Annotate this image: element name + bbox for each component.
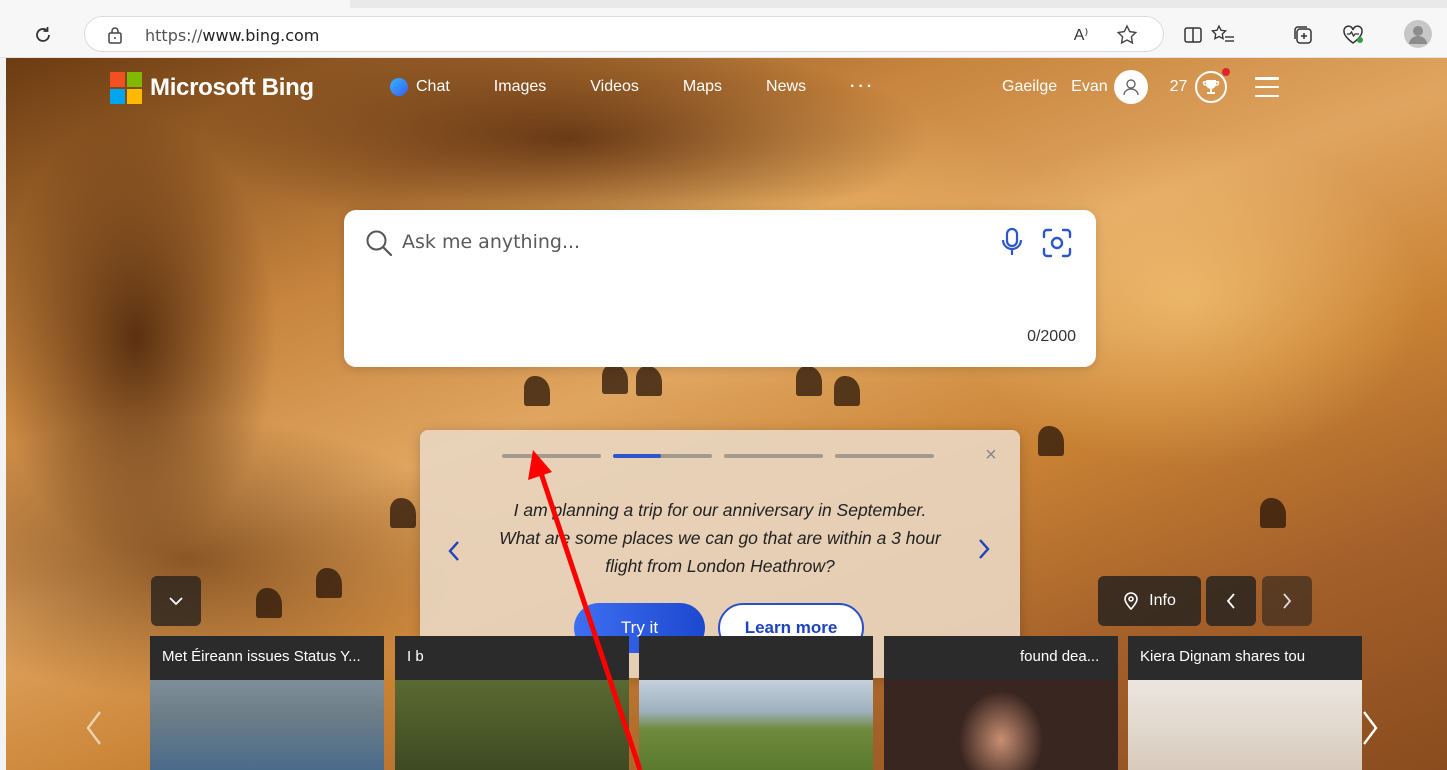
nav-chat[interactable]: Chat (390, 78, 450, 96)
news-headline (639, 636, 873, 680)
lock-icon[interactable] (107, 26, 123, 44)
image-info-button[interactable]: Info (1098, 576, 1201, 626)
news-headline: Kiera Dignam shares tou (1140, 648, 1306, 665)
search-box: 0/2000 (344, 210, 1096, 367)
bing-logo[interactable]: Microsoft Bing (110, 72, 314, 104)
main-nav: Chat Images Videos Maps News ··· (390, 78, 919, 96)
news-thumbnail (884, 680, 1118, 770)
previous-image-button[interactable] (1206, 576, 1256, 626)
collections-icon[interactable] (1290, 22, 1316, 48)
camel-silhouette (1260, 498, 1286, 528)
search-icon[interactable] (364, 228, 394, 258)
rewards-points[interactable]: 27 (1170, 78, 1188, 96)
nav-maps[interactable]: Maps (683, 78, 722, 96)
news-card[interactable] (639, 636, 873, 770)
language-link[interactable]: Gaeilge (1002, 78, 1057, 96)
favorites-list-icon[interactable] (1208, 22, 1238, 48)
url-protocol: https:// (145, 26, 203, 45)
news-headline: found dea... (1020, 648, 1100, 665)
address-bar[interactable]: https://www.bing.com (84, 16, 1164, 52)
progress-segment[interactable] (724, 454, 823, 458)
chevron-left-icon (1226, 593, 1235, 609)
read-aloud-icon[interactable]: A⁾ (1068, 22, 1094, 48)
bing-homepage: Microsoft Bing Chat Images Videos Maps N… (6, 58, 1447, 770)
url-host: www.bing.com (202, 26, 320, 45)
camel-silhouette (834, 376, 860, 406)
prompt-text: I am planning a trip for our anniversary… (499, 500, 941, 576)
news-thumbnail (395, 680, 629, 770)
news-headline: Met Éireann issues Status Y... (162, 648, 361, 665)
profile-avatar[interactable] (1404, 20, 1432, 48)
nav-chat-label: Chat (416, 78, 450, 95)
news-headline: I b (407, 648, 424, 665)
chevron-left-icon (86, 711, 101, 745)
rewards-trophy-icon[interactable] (1195, 68, 1231, 103)
chevron-down-icon (169, 597, 183, 606)
next-image-button[interactable] (1262, 576, 1312, 626)
news-card[interactable]: I b (395, 636, 629, 770)
news-card[interactable]: found dea... (884, 636, 1118, 770)
search-input[interactable] (402, 226, 962, 258)
chat-icon (390, 78, 408, 96)
news-card[interactable]: Met Éireann issues Status Y... (150, 636, 384, 770)
more-icon[interactable]: ··· (850, 78, 875, 96)
news-prev-arrow[interactable] (82, 708, 106, 748)
tab-strip (0, 0, 1447, 8)
news-thumbnail (639, 680, 873, 770)
camel-silhouette (390, 498, 416, 528)
news-next-arrow[interactable] (1358, 708, 1382, 748)
progress-segment[interactable] (835, 454, 934, 458)
user-name[interactable]: Evan (1071, 78, 1107, 96)
camel-silhouette (524, 376, 550, 406)
browser-toolbar: https://www.bing.com A⁾ (0, 0, 1447, 58)
microsoft-logo-icon (110, 72, 142, 104)
progress-segment[interactable] (502, 454, 601, 458)
chevron-right-icon (1283, 593, 1292, 609)
camel-silhouette (316, 568, 342, 598)
news-card[interactable]: Kiera Dignam shares tou (1128, 636, 1362, 770)
camel-silhouette (602, 364, 628, 394)
close-icon[interactable]: × (982, 445, 1000, 465)
info-label: Info (1149, 592, 1176, 609)
progress-segment-active[interactable] (613, 454, 712, 458)
nav-images[interactable]: Images (494, 78, 546, 96)
active-tab[interactable] (0, 0, 350, 8)
nav-videos[interactable]: Videos (590, 78, 639, 96)
notification-dot (1222, 68, 1231, 76)
camel-silhouette (1038, 426, 1064, 456)
visual-search-icon[interactable] (1040, 226, 1074, 260)
browser-essentials-icon[interactable] (1340, 22, 1366, 48)
news-thumbnail (150, 680, 384, 770)
character-count: 0/2000 (1027, 328, 1076, 345)
brand-name: Microsoft Bing (150, 74, 314, 101)
hamburger-menu-icon[interactable] (1255, 77, 1280, 97)
progress-fill (613, 454, 661, 458)
news-thumbnail (1128, 680, 1362, 770)
microphone-icon[interactable] (1000, 226, 1024, 258)
header-right: Gaeilge Evan 27 (1002, 68, 1280, 104)
carousel-progress (502, 454, 934, 458)
camel-silhouette (636, 366, 662, 396)
user-avatar-icon[interactable] (1113, 70, 1148, 104)
star-icon[interactable] (1114, 22, 1140, 48)
collapse-feed-button[interactable] (151, 576, 201, 626)
refresh-icon[interactable] (30, 22, 56, 48)
nav-news[interactable]: News (766, 78, 806, 96)
chevron-right-icon[interactable] (972, 536, 994, 562)
location-pin-icon (1124, 592, 1138, 611)
chevron-left-icon[interactable] (444, 538, 466, 564)
url-text[interactable]: https://www.bing.com (145, 26, 319, 45)
camel-silhouette (796, 366, 822, 396)
split-screen-icon[interactable] (1180, 22, 1206, 48)
camel-silhouette (256, 588, 282, 618)
chevron-right-icon (1363, 711, 1378, 745)
